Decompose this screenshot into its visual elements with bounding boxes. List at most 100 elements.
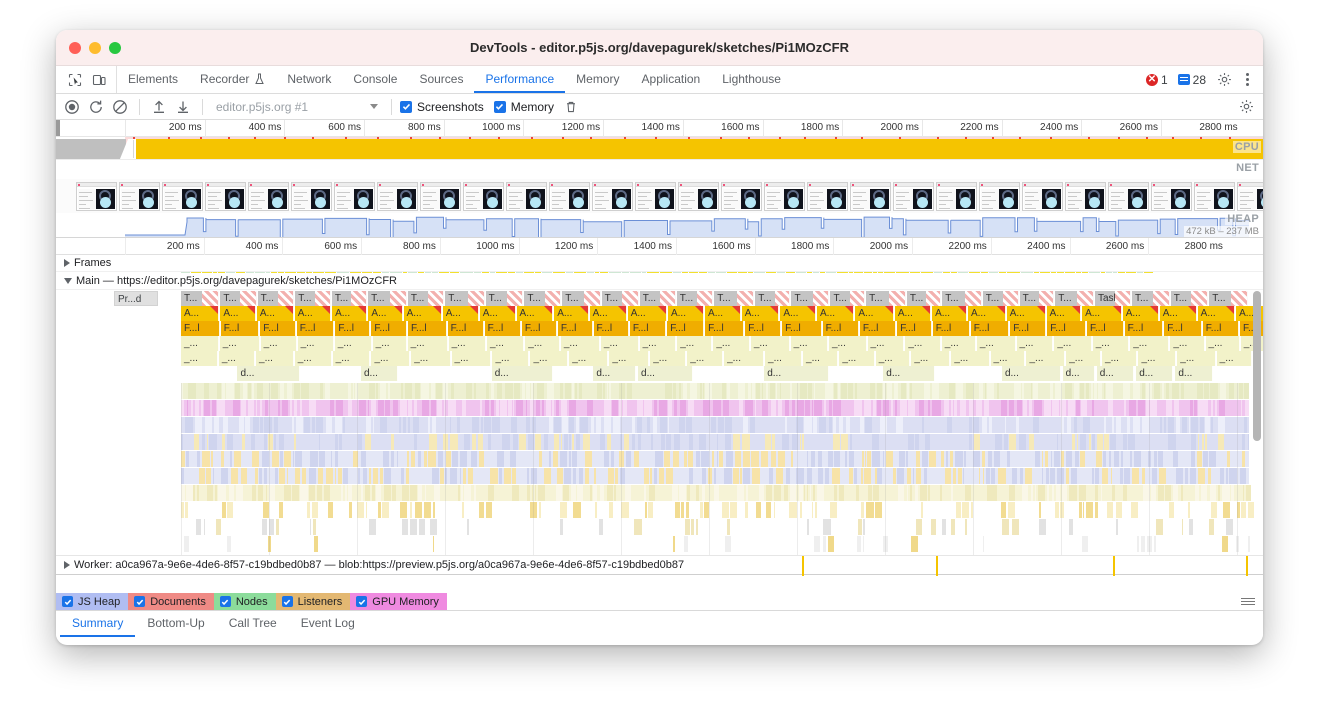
dense-flame-block[interactable] [900,400,907,416]
dense-flame-block[interactable] [1248,502,1254,518]
dense-flame-block[interactable] [414,434,418,450]
dense-flame-block[interactable] [644,485,646,501]
function-call-block[interactable]: F...l [408,321,447,336]
capture-settings-gear-icon[interactable] [1235,96,1257,118]
dense-flame-block[interactable] [1154,383,1160,399]
dense-flame-block[interactable] [1052,400,1059,416]
dense-flame-block[interactable] [792,400,795,416]
dense-flame-block[interactable] [818,468,824,484]
dense-flame-block[interactable] [833,400,836,416]
task-block[interactable]: T... [907,291,941,306]
dense-flame-block[interactable] [1031,383,1033,399]
dense-flame-block[interactable] [673,451,679,467]
dense-flame-block[interactable] [805,400,810,416]
animation-frame-block[interactable]: A... [1082,306,1122,321]
dense-flame-rows[interactable] [181,383,1249,555]
dense-flame-block[interactable] [863,536,864,552]
dense-flame-block[interactable] [776,468,784,484]
dense-flame-block[interactable] [1176,468,1183,484]
dense-flame-block[interactable] [1022,485,1028,501]
dense-flame-block[interactable] [385,400,391,416]
dense-flame-block[interactable] [687,485,690,501]
dense-flame-block[interactable] [593,485,597,501]
dense-flame-block[interactable] [653,417,657,433]
dense-flame-block[interactable] [260,417,263,433]
dense-flame-block[interactable] [1244,383,1249,399]
dense-flame-block[interactable] [985,383,987,399]
minor-block[interactable]: _... [525,336,560,351]
dense-flame-block[interactable] [973,417,979,433]
dense-flame-block[interactable] [1220,468,1224,484]
dense-flame-block[interactable] [326,417,333,433]
dense-flame-block[interactable] [1039,519,1046,535]
dense-flame-block[interactable] [221,451,224,467]
dense-flame-block[interactable] [1112,417,1115,433]
dense-flame-block[interactable] [790,485,796,501]
dense-flame-block[interactable] [464,485,471,501]
memory-legend-js-heap[interactable]: JS Heap [56,593,128,610]
dense-flame-block[interactable] [330,400,334,416]
function-call-block[interactable]: F...l [1047,321,1086,336]
dense-flame-block[interactable] [924,383,930,399]
dense-flame-block[interactable] [1243,485,1244,501]
dense-flame-row[interactable] [181,451,1249,467]
dense-flame-block[interactable] [419,519,426,535]
dense-flame-block[interactable] [278,400,280,416]
dense-flame-block[interactable] [637,400,643,416]
dense-flame-block[interactable] [722,383,726,399]
dense-flame-block[interactable] [343,468,348,484]
dense-flame-block[interactable] [808,383,812,399]
dense-flame-block[interactable] [488,485,494,501]
flame-row-function-calls[interactable]: F...lF...lF...lF...lF...lF...lF...lF...l… [56,321,1263,336]
dense-flame-block[interactable] [191,400,194,416]
dense-flame-block[interactable] [1246,485,1251,501]
filmstrip-screenshot[interactable] [936,182,977,211]
dense-flame-block[interactable] [1219,400,1225,416]
function-call-block[interactable]: F...l [181,321,220,336]
dense-flame-block[interactable] [391,451,394,467]
dense-flame-block[interactable] [1025,468,1032,484]
dense-flame-block[interactable] [186,451,189,467]
dense-flame-block[interactable] [1097,434,1104,450]
dense-flame-block[interactable] [771,451,776,467]
dense-flame-block[interactable] [738,383,746,399]
dense-flame-block[interactable] [380,468,383,484]
dense-flame-block[interactable] [785,417,787,433]
minor-block[interactable]: _... [371,351,410,366]
dense-flame-block[interactable] [765,434,771,450]
dense-flame-block[interactable] [742,434,750,450]
dense-flame-block[interactable] [769,468,773,484]
dense-flame-block[interactable] [194,434,200,450]
animation-frame-block[interactable]: A... [932,306,967,321]
dense-flame-block[interactable] [725,417,732,433]
dense-flame-block[interactable] [491,383,494,399]
dense-flame-block[interactable] [1166,400,1172,416]
dense-flame-block[interactable] [1141,536,1144,552]
flame-row-tasks[interactable]: Pr...d T...T...T...T...T...T...T...T...T… [56,291,1263,306]
dense-flame-block[interactable] [604,400,611,416]
dense-flame-block[interactable] [300,485,308,501]
dense-flame-block[interactable] [313,519,316,535]
dense-flame-block[interactable] [761,451,768,467]
dense-flame-block[interactable] [675,502,679,518]
minor-block[interactable]: _... [487,336,524,351]
dense-flame-block[interactable] [1095,468,1099,484]
animation-frame-block[interactable]: A... [895,306,931,321]
worker-track-header[interactable]: Worker: a0ca967a-9e6e-4de6-8f57-c19bdbed… [56,555,1263,575]
dense-flame-block[interactable] [440,468,444,484]
dense-flame-block[interactable] [699,434,706,450]
minor-block[interactable]: _... [452,351,492,366]
dense-flame-block[interactable] [752,468,760,484]
dense-flame-block[interactable] [218,485,226,501]
dense-flame-block[interactable] [858,519,862,535]
dense-flame-block[interactable] [963,468,964,484]
filmstrip-screenshot[interactable] [635,182,676,211]
dense-flame-block[interactable] [645,502,647,518]
dense-flame-block[interactable] [393,400,398,416]
dense-flame-block[interactable] [384,468,392,484]
dense-flame-block[interactable] [916,519,922,535]
dense-flame-block[interactable] [460,468,462,484]
dense-flame-block[interactable] [807,451,808,467]
function-call-block[interactable]: F...l [594,321,629,336]
minor-block[interactable]: _... [1177,351,1215,366]
